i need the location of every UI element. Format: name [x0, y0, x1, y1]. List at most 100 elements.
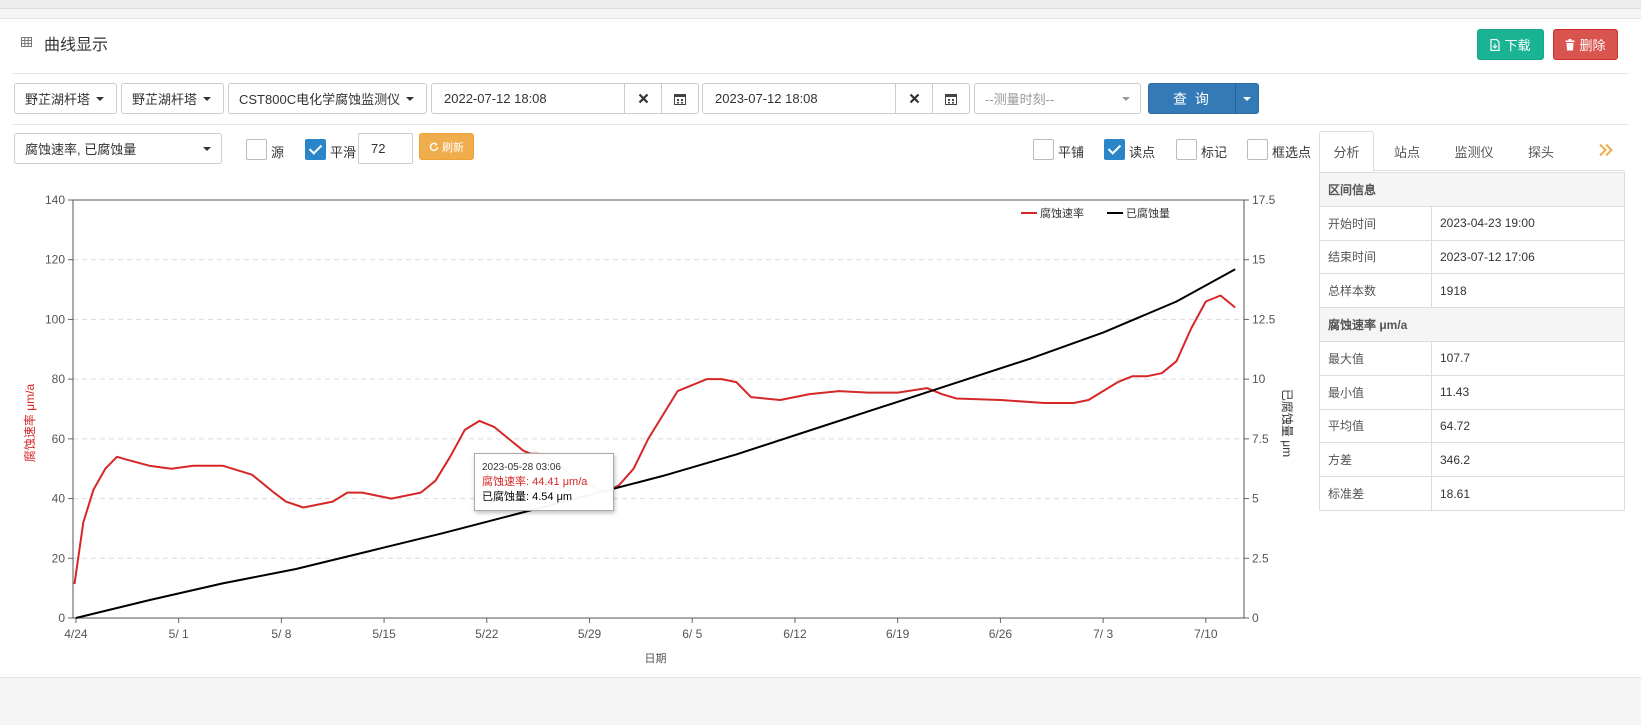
refresh-button[interactable]: 刷新	[419, 133, 474, 160]
query-label: 查 询	[1173, 90, 1211, 107]
clear-start-button[interactable]	[624, 83, 662, 114]
clear-end-button[interactable]	[895, 83, 933, 114]
tab-probe[interactable]: 探头	[1510, 131, 1572, 171]
mark-checkbox[interactable]	[1176, 139, 1197, 160]
source-checkbox[interactable]	[246, 139, 267, 160]
info-key: 最大值	[1319, 340, 1432, 376]
start-calendar-button[interactable]	[661, 83, 699, 114]
caret-down-icon	[1122, 96, 1130, 101]
tooltip-rate: 腐蚀速率: 44.41 μm/a	[482, 476, 588, 488]
start-time-value: 2022-07-12 18:08	[444, 91, 547, 106]
tab-station[interactable]: 站点	[1376, 131, 1438, 171]
info-key: 方差	[1319, 442, 1432, 478]
info-key: 最小值	[1319, 374, 1432, 410]
x-tick-label: 6/26	[989, 627, 1013, 641]
table-row: 结束时间 2023-07-12 17:06	[1319, 239, 1625, 275]
refresh-label: 刷新	[442, 141, 464, 154]
measure-time-placeholder: --测量时刻--	[985, 92, 1055, 107]
read-point-label: 读点	[1129, 145, 1156, 160]
tooltip-amount: 已腐蚀量: 4.54 μm	[482, 491, 573, 503]
y-tick-label-right: 15	[1252, 253, 1266, 267]
x-tick-label: 5/15	[372, 627, 396, 641]
instrument-dropdown[interactable]: CST800C电化学腐蚀监测仪	[228, 83, 427, 114]
query-options-button[interactable]	[1235, 83, 1259, 114]
y-tick-label-left: 40	[52, 492, 66, 506]
table-row: 方差 346.2	[1319, 442, 1625, 478]
metrics-select[interactable]: 腐蚀速率, 已腐蚀量	[14, 133, 222, 164]
smooth-window-input[interactable]: 72	[358, 133, 413, 164]
y-tick-label-left: 120	[45, 253, 65, 267]
tab-analysis[interactable]: 分析	[1319, 131, 1374, 172]
y-tick-label-left: 100	[45, 312, 65, 326]
legend-label-amount: 已腐蚀量	[1126, 206, 1170, 220]
source-label: 源	[271, 145, 285, 160]
site2-dropdown[interactable]: 野芷湖杆塔	[121, 83, 224, 114]
side-tabs: 分析 站点 监测仪 探头	[1319, 131, 1625, 172]
x-tick-label: 5/ 1	[169, 627, 189, 641]
plot-frame	[72, 199, 1245, 619]
y-tick-label-right: 12.5	[1252, 312, 1276, 326]
caret-down-icon	[1243, 96, 1251, 101]
site1-dropdown[interactable]: 野芷湖杆塔	[14, 83, 117, 114]
instrument-value: CST800C电化学腐蚀监测仪	[239, 92, 401, 107]
tab-label: 探头	[1527, 144, 1554, 160]
info-key: 平均值	[1319, 408, 1432, 444]
interval-info-table: 区间信息 开始时间 2023-04-23 19:00 结束时间 2023-07-12…	[1319, 172, 1625, 511]
read-point-checkbox[interactable]	[1104, 139, 1125, 160]
end-calendar-button[interactable]	[932, 83, 970, 114]
end-time-value: 2023-07-12 18:08	[715, 91, 818, 106]
curve-panel: 曲线显示 下载 删除 野芷湖杆塔 野芷湖杆塔 CST800C电化学腐蚀监测仪 2…	[0, 18, 1641, 678]
y-tick-label-right: 2.5	[1252, 551, 1269, 565]
close-icon	[638, 93, 648, 104]
download-label: 下载	[1504, 38, 1531, 53]
page-title: 曲线显示	[44, 37, 109, 54]
box-select-checkbox[interactable]	[1247, 139, 1268, 160]
series-line-amount	[75, 268, 1236, 619]
start-time-input[interactable]: 2022-07-12 18:08	[431, 83, 625, 114]
read-point-tooltip: 2023-05-28 03:06 腐蚀速率: 44.41 μm/a 已腐蚀量: …	[474, 453, 614, 511]
metrics-value: 腐蚀速率, 已腐蚀量	[25, 142, 137, 157]
download-button[interactable]: 下载	[1477, 29, 1544, 60]
double-chevron-right-icon[interactable]	[1598, 143, 1614, 157]
tile-checkbox[interactable]	[1033, 139, 1054, 160]
tile-label: 平铺	[1058, 145, 1085, 160]
query-button[interactable]: 查 询	[1148, 83, 1236, 114]
y-axis-label-right: 已腐蚀量 μm	[1280, 389, 1295, 457]
x-tick-label: 7/10	[1194, 627, 1218, 641]
y-axis-label-left: 腐蚀速率 μm/a	[22, 384, 37, 463]
series-line-rate	[73, 294, 1236, 585]
legend-label-rate: 腐蚀速率	[1040, 206, 1084, 220]
x-axis-label: 日期	[645, 652, 667, 665]
delete-button[interactable]: 删除	[1553, 29, 1618, 60]
caret-down-icon	[203, 96, 212, 101]
info-key: 结束时间	[1319, 239, 1432, 275]
y-tick-label-left: 20	[52, 551, 66, 565]
caret-down-icon	[96, 96, 105, 101]
measure-time-select[interactable]: --测量时刻--	[974, 83, 1141, 114]
smooth-value: 72	[371, 141, 386, 156]
smooth-checkbox[interactable]	[305, 139, 326, 160]
y-tick-label-right: 7.5	[1252, 432, 1269, 446]
corrosion-chart[interactable]: 0 20 40 60 80 100 120 140 0 2.5 5 7.5 10 12.5 15 17.5 4/…	[0, 169, 1315, 679]
site1-value: 野芷湖杆塔	[25, 92, 91, 107]
caret-down-icon	[406, 96, 415, 101]
x-tick-label: 5/29	[578, 627, 602, 641]
info-value: 64.72	[1431, 408, 1625, 444]
file-icon	[1490, 38, 1501, 51]
caret-down-icon	[203, 146, 211, 151]
table-row: 平均值 64.72	[1319, 408, 1625, 444]
table-icon	[21, 37, 32, 47]
tab-monitor[interactable]: 监测仪	[1438, 131, 1510, 171]
tab-label: 站点	[1393, 144, 1420, 160]
x-tick-label: 6/12	[783, 627, 807, 641]
info-value: 18.61	[1431, 476, 1625, 511]
table-row: 开始时间 2023-04-23 19:00	[1319, 205, 1625, 241]
tab-label: 监测仪	[1454, 144, 1494, 160]
info-key: 总样本数	[1319, 273, 1432, 309]
y-tick-label-right: 10	[1252, 372, 1266, 386]
end-time-input[interactable]: 2023-07-12 18:08	[702, 83, 896, 114]
y-tick-label-left: 0	[58, 611, 65, 625]
x-tick-label: 7/ 3	[1093, 627, 1113, 641]
info-value: 1918	[1431, 273, 1625, 309]
table-row: 最小值 11.43	[1319, 374, 1625, 410]
